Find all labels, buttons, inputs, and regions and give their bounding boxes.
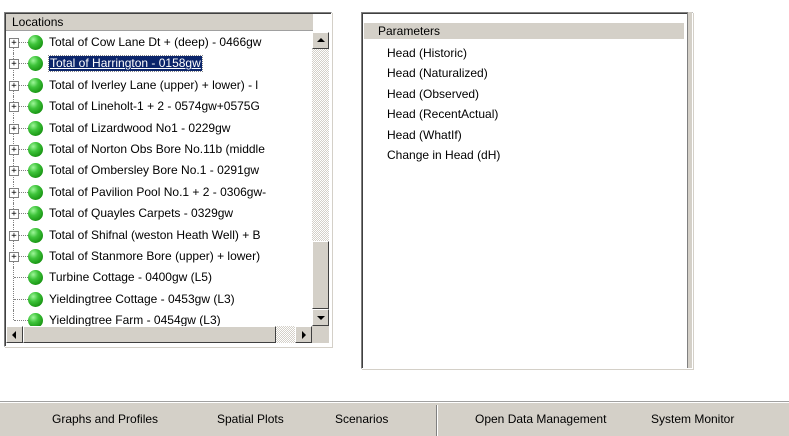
- scroll-up-button[interactable]: [312, 32, 329, 49]
- status-green-dot-icon: [28, 270, 43, 286]
- status-green-dot-icon: [28, 248, 43, 264]
- tree-item-label[interactable]: Total of Pavilion Pool No.1 + 2 - 0306gw…: [49, 182, 266, 203]
- expand-plus-icon[interactable]: +: [9, 230, 19, 241]
- arrow-left-icon: [12, 331, 16, 339]
- parameter-item[interactable]: Head (Naturalized): [387, 63, 500, 83]
- status-green-dot-icon: [28, 227, 43, 243]
- parameters-header[interactable]: Parameters: [364, 23, 684, 39]
- expand-plus-icon[interactable]: +: [9, 209, 19, 220]
- tree-row[interactable]: + Total of Pavilion Pool No.1 + 2 - 0306g…: [6, 181, 312, 204]
- tree-row[interactable]: + Total of Iverley Lane (upper) + lower) …: [6, 74, 312, 97]
- expand-plus-icon[interactable]: +: [9, 166, 19, 177]
- tree-item-label[interactable]: Turbine Cottage - 0400gw (L5): [49, 267, 212, 288]
- open-data-management-button[interactable]: Open Data Management: [475, 403, 606, 436]
- tree-item-label[interactable]: Total of Iverley Lane (upper) + lower) -…: [49, 75, 258, 96]
- status-green-dot-icon: [28, 184, 43, 200]
- parameters-panel: Parameters Head (Historic) Head (Naturali…: [361, 12, 693, 369]
- parameters-panel-edge: [687, 12, 692, 368]
- scroll-left-button[interactable]: [6, 326, 23, 343]
- tree-row[interactable]: Yieldingtree Cottage - 0453gw (L3): [6, 288, 312, 311]
- scroll-down-button[interactable]: [312, 309, 329, 326]
- tree-row[interactable]: + Total of Cow Lane Dt + (deep) - 0466gw: [6, 32, 312, 54]
- tree-row[interactable]: + Total of Stanmore Bore (upper) + lower): [6, 245, 312, 268]
- tree-item-label[interactable]: Total of Quayles Carpets - 0329gw: [49, 203, 233, 224]
- bottom-toolbar: Graphs and Profiles Spatial Plots Scenar…: [0, 402, 789, 436]
- tree-item-label[interactable]: Total of Stanmore Bore (upper) + lower): [49, 246, 260, 267]
- status-green-dot-icon: [28, 206, 43, 222]
- parameter-item[interactable]: Change in Head (dH): [387, 145, 500, 165]
- graphs-and-profiles-button[interactable]: Graphs and Profiles: [52, 403, 158, 436]
- expand-plus-icon[interactable]: +: [9, 59, 19, 70]
- status-green-dot-icon: [28, 77, 43, 93]
- status-green-dot-icon: [28, 141, 43, 157]
- expand-plus-icon[interactable]: +: [9, 187, 19, 198]
- system-monitor-button[interactable]: System Monitor: [651, 403, 734, 436]
- arrow-down-icon: [316, 316, 325, 320]
- status-green-dot-icon: [28, 56, 43, 72]
- tree-item-label[interactable]: Yieldingtree Farm - 0454gw (L3): [49, 310, 221, 326]
- tree-connector-line: [14, 298, 28, 300]
- expand-plus-icon[interactable]: +: [9, 102, 19, 113]
- arrow-up-icon: [316, 38, 325, 42]
- tree-item-label[interactable]: Total of Ombersley Bore No.1 - 0291gw: [49, 160, 259, 181]
- vertical-scroll-thumb[interactable]: [312, 241, 329, 309]
- parameter-item[interactable]: Head (Historic): [387, 43, 500, 63]
- tree-item-label[interactable]: Total of Harrington - 0158gw: [48, 55, 203, 73]
- tree-item-label[interactable]: Yieldingtree Cottage - 0453gw (L3): [49, 289, 235, 310]
- tree-row[interactable]: + Total of Lineholt-1 + 2 - 0574gw+0575G: [6, 96, 312, 118]
- tree-connector-line: [14, 277, 28, 279]
- tree-item-label[interactable]: Total of Cow Lane Dt + (deep) - 0466gw: [49, 32, 261, 53]
- expand-plus-icon[interactable]: +: [9, 123, 19, 134]
- parameter-item[interactable]: Head (WhatIf): [387, 125, 500, 145]
- spatial-plots-button[interactable]: Spatial Plots: [217, 403, 284, 436]
- parameters-list[interactable]: Head (Historic) Head (Naturalized) Head (O…: [387, 43, 500, 165]
- vertical-scrollbar[interactable]: [312, 32, 329, 326]
- locations-panel: Locations + Total of Cow Lane Dt + (deep)…: [4, 12, 332, 347]
- expand-plus-icon[interactable]: +: [9, 144, 19, 155]
- tree-connector-line: [14, 320, 28, 322]
- status-green-dot-icon: [28, 120, 43, 136]
- locations-header[interactable]: Locations: [6, 14, 313, 31]
- toolbar-separator: [436, 405, 438, 436]
- locations-tree[interactable]: + Total of Cow Lane Dt + (deep) - 0466gw +…: [6, 32, 312, 326]
- horizontal-scrollbar[interactable]: [6, 326, 312, 343]
- tree-connector-line: [13, 310, 14, 321]
- status-green-dot-icon: [28, 313, 43, 326]
- tree-row[interactable]: + Total of Lizardwood No1 - 0229gw: [6, 117, 312, 139]
- scroll-right-button[interactable]: [295, 326, 312, 343]
- tree-item-label[interactable]: Total of Norton Obs Bore No.11b (middle: [49, 139, 265, 160]
- tree-row[interactable]: + Total of Harrington - 0158gw: [6, 53, 312, 75]
- parameter-item[interactable]: Head (RecentActual): [387, 104, 500, 124]
- parameter-item[interactable]: Head (Observed): [387, 84, 500, 104]
- tree-item-label[interactable]: Total of Lizardwood No1 - 0229gw: [49, 118, 230, 139]
- tree-row[interactable]: Yieldingtree Farm - 0454gw (L3): [6, 310, 312, 326]
- status-green-dot-icon: [28, 99, 43, 115]
- tree-row[interactable]: + Total of Quayles Carpets - 0329gw: [6, 203, 312, 225]
- status-green-dot-icon: [28, 291, 43, 307]
- tree-row[interactable]: Turbine Cottage - 0400gw (L5): [6, 267, 312, 289]
- horizontal-scroll-thumb[interactable]: [23, 326, 276, 343]
- arrow-right-icon: [302, 331, 306, 339]
- tree-row[interactable]: + Total of Ombersley Bore No.1 - 0291gw: [6, 160, 312, 182]
- expand-plus-icon[interactable]: +: [9, 251, 19, 262]
- tree-row[interactable]: + Total of Norton Obs Bore No.11b (middle: [6, 138, 312, 161]
- status-green-dot-icon: [28, 35, 43, 50]
- tree-item-label[interactable]: Total of Lineholt-1 + 2 - 0574gw+0575G: [49, 96, 260, 117]
- tree-item-label[interactable]: Total of Shifnal (weston Heath Well) + B: [49, 225, 261, 246]
- scrollbar-corner: [312, 326, 329, 343]
- tree-row[interactable]: + Total of Shifnal (weston Heath Well) + …: [6, 224, 312, 246]
- expand-plus-icon[interactable]: +: [9, 80, 19, 91]
- expand-plus-icon[interactable]: +: [9, 38, 19, 48]
- status-green-dot-icon: [28, 163, 43, 179]
- scenarios-button[interactable]: Scenarios: [335, 403, 388, 436]
